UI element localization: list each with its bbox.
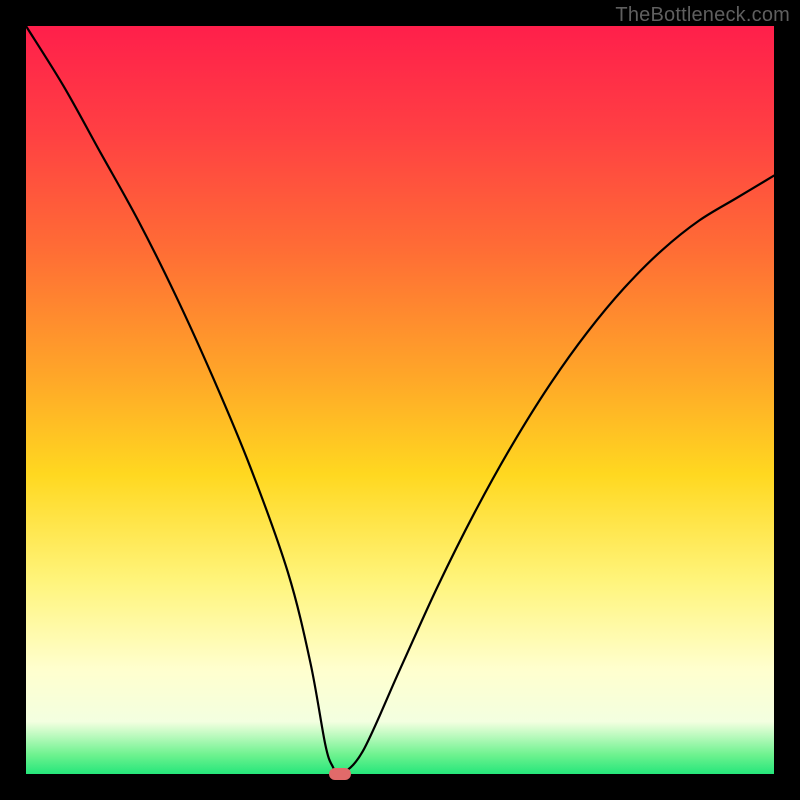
plot-area [26,26,774,774]
curve-path [26,26,774,775]
chart-frame: TheBottleneck.com [0,0,800,800]
watermark-text: TheBottleneck.com [615,4,790,27]
bottleneck-curve [26,26,774,774]
optimum-marker [329,768,351,780]
